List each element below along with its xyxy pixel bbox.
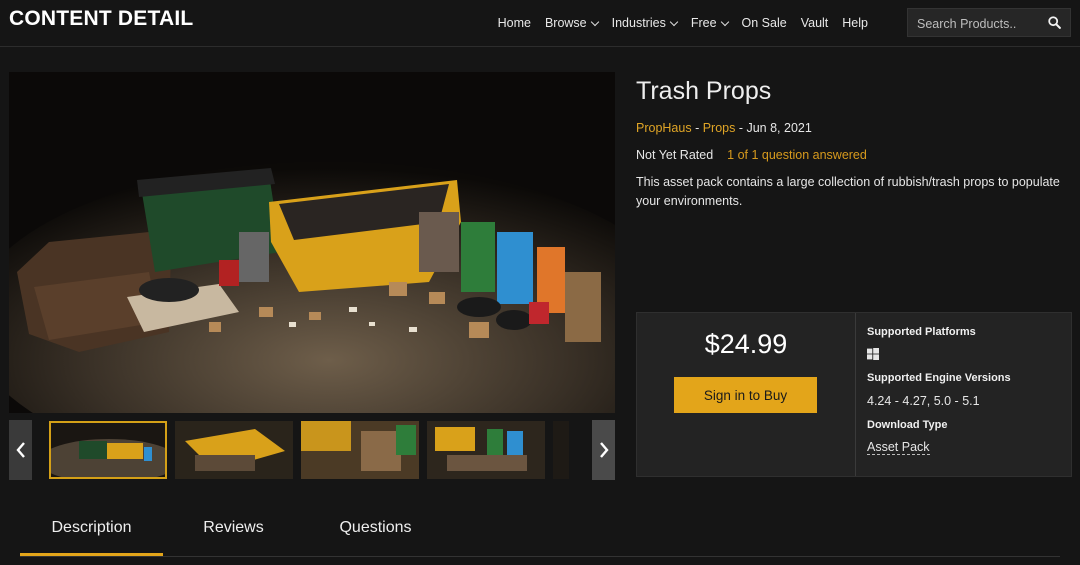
tab-description[interactable]: Description xyxy=(20,519,163,537)
thumbnail-image xyxy=(175,421,293,479)
nav-free-label: Free xyxy=(690,16,717,30)
product-hero-image[interactable] xyxy=(9,72,615,413)
thumbnail-3[interactable] xyxy=(301,421,419,479)
engine-versions-label: Supported Engine Versions xyxy=(867,372,1011,384)
chevron-down-icon xyxy=(720,17,729,26)
nav-help[interactable]: Help xyxy=(842,16,868,30)
active-tab-indicator xyxy=(20,553,163,556)
top-bar: CONTENT DETAIL Home Browse Industries Fr… xyxy=(0,0,1080,47)
product-description: This asset pack contains a large collect… xyxy=(636,175,1060,208)
thumbnail-image xyxy=(427,421,545,479)
search-icon[interactable] xyxy=(1048,16,1061,29)
engine-versions-value: 4.24 - 4.27, 5.0 - 5.1 xyxy=(867,394,980,408)
price: $24.99 xyxy=(704,329,788,359)
thumbnail-strip xyxy=(9,420,615,480)
trash-props-scene-image xyxy=(9,72,615,413)
meta-separator: - xyxy=(735,121,747,135)
gallery-prev-button[interactable] xyxy=(9,420,32,480)
seller-link[interactable]: PropHaus xyxy=(636,121,692,135)
nav-vault-label: Vault xyxy=(800,16,829,30)
purchase-panel: $24.99 Sign in to Buy Supported Platform… xyxy=(636,312,1072,477)
nav-vault[interactable]: Vault xyxy=(801,16,829,30)
chevron-right-icon xyxy=(599,442,609,458)
nav-home[interactable]: Home xyxy=(498,16,531,30)
search-box xyxy=(907,8,1071,37)
thumbnail-image xyxy=(301,421,419,479)
page-brand-title: CONTENT DETAIL xyxy=(9,7,194,30)
product-title: Trash Props xyxy=(636,77,772,105)
questions-link[interactable]: 1 of 1 question answered xyxy=(727,148,867,162)
product-meta: PropHaus - Props - Jun 8, 2021 xyxy=(636,121,812,135)
price-section: $24.99 Sign in to Buy xyxy=(637,313,856,476)
chevron-left-icon xyxy=(15,442,25,458)
rating-status: Not Yet Rated xyxy=(636,148,714,162)
nav-browse[interactable]: Browse xyxy=(544,16,599,30)
category-link[interactable]: Props xyxy=(703,121,736,135)
content-tabs: Description Reviews Questions xyxy=(20,505,1060,557)
nav-help-label: Help xyxy=(842,16,868,30)
thumbnail-5[interactable] xyxy=(553,421,569,479)
gallery-next-button[interactable] xyxy=(592,420,615,480)
sign-in-to-buy-button[interactable]: Sign in to Buy xyxy=(674,377,817,413)
thumbnail-image xyxy=(49,421,167,479)
download-type-link[interactable]: Asset Pack xyxy=(867,440,930,455)
thumbnail-1[interactable] xyxy=(49,421,167,479)
meta-separator: - xyxy=(691,121,703,135)
nav-on-sale-label: On Sale xyxy=(741,16,787,30)
release-date: Jun 8, 2021 xyxy=(746,121,812,135)
tab-questions[interactable]: Questions xyxy=(304,519,447,537)
main-nav: Home Browse Industries Free On Sale Vaul… xyxy=(498,16,868,30)
thumbnail-2[interactable] xyxy=(175,421,293,479)
nav-home-label: Home xyxy=(497,16,531,30)
search-input[interactable] xyxy=(915,14,1044,33)
thumbnail-image xyxy=(553,421,569,479)
download-type-label: Download Type xyxy=(867,419,948,431)
thumbnail-4[interactable] xyxy=(427,421,545,479)
nav-browse-label: Browse xyxy=(544,16,587,30)
windows-icon xyxy=(867,348,879,360)
tab-reviews[interactable]: Reviews xyxy=(162,519,305,537)
nav-on-sale[interactable]: On Sale xyxy=(742,16,787,30)
nav-industries[interactable]: Industries xyxy=(611,16,679,30)
nav-free[interactable]: Free xyxy=(690,16,729,30)
nav-industries-label: Industries xyxy=(611,16,666,30)
rating-row: Not Yet Rated 1 of 1 question answered xyxy=(636,148,867,162)
platforms-label: Supported Platforms xyxy=(867,326,976,338)
chevron-down-icon xyxy=(590,17,599,26)
chevron-down-icon xyxy=(669,17,679,26)
